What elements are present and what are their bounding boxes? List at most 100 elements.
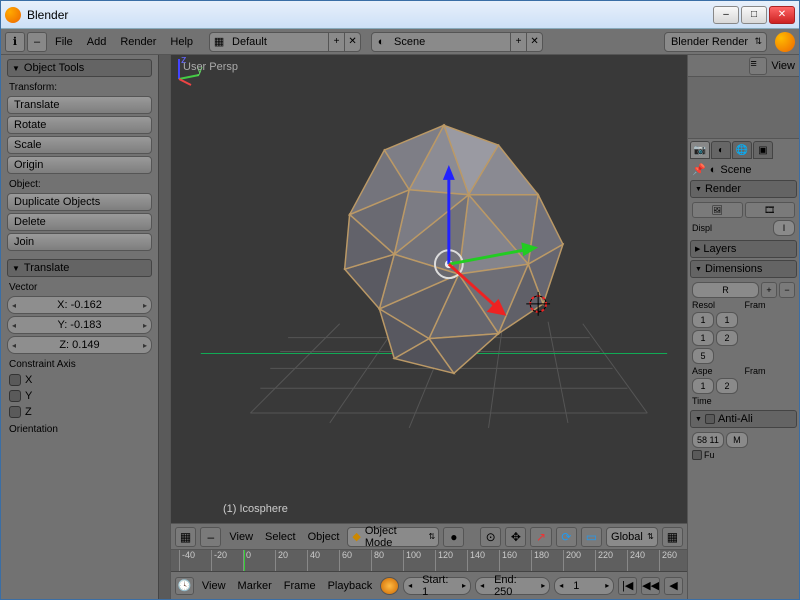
window-maximize-button[interactable]: □ xyxy=(741,6,767,24)
pin-icon[interactable]: 📌 xyxy=(692,163,706,176)
panel-operator-translate[interactable]: Translate xyxy=(7,259,152,277)
3dview-menu-view[interactable]: View xyxy=(225,531,257,543)
collapse-3dview-menus-icon[interactable]: – xyxy=(200,527,221,547)
render-preset-select[interactable]: R xyxy=(692,282,759,298)
outliner-display-icon[interactable]: ≡ xyxy=(749,57,767,75)
menu-add[interactable]: Add xyxy=(81,34,113,50)
render-image-button[interactable]: 🖼 xyxy=(692,202,743,218)
keyframe-prev-icon[interactable]: ◀◀ xyxy=(641,577,660,595)
scene-selector[interactable]: ◐ + ✕ xyxy=(371,32,543,52)
timeline-ruler[interactable]: -40-200204060801001201401601802002202402… xyxy=(171,550,687,572)
tab-render-icon[interactable]: 📷 xyxy=(690,141,710,159)
render-anim-button[interactable]: 🎞 xyxy=(745,202,796,218)
frame-end-prop-field[interactable]: 2 xyxy=(716,330,738,346)
3d-viewport[interactable]: z y User Persp (1) Icosphere xyxy=(171,55,687,523)
label-time-remap: Time xyxy=(692,396,795,406)
panel-render[interactable]: Render xyxy=(690,180,797,198)
res-y-field[interactable]: 1 xyxy=(692,330,714,346)
manipulator-translate-icon[interactable]: ↗ xyxy=(530,527,551,547)
preset-add-icon[interactable]: + xyxy=(761,282,777,298)
display-mode-select[interactable]: I xyxy=(773,220,795,236)
3dview-menu-object[interactable]: Object xyxy=(304,531,344,543)
scale-button[interactable]: Scale xyxy=(7,136,152,154)
tab-scene-icon[interactable]: ◐ xyxy=(711,141,731,159)
vector-y-field[interactable]: Y: -0.183 xyxy=(7,316,152,334)
delete-button[interactable]: Delete xyxy=(7,213,152,231)
properties-breadcrumb: 📌 ◐ Scene xyxy=(690,161,797,178)
screen-layout-input[interactable] xyxy=(228,36,328,48)
fps-field[interactable]: 2 xyxy=(716,378,738,394)
panel-antialias[interactable]: Anti-Ali xyxy=(690,410,797,428)
timeline-tick: 40 xyxy=(307,550,320,571)
timeline-menu-playback[interactable]: Playback xyxy=(324,580,377,592)
layout-delete-button[interactable]: ✕ xyxy=(344,33,360,51)
frame-start-field[interactable]: Start: 1 xyxy=(403,577,471,595)
constraint-x-check[interactable]: X xyxy=(7,373,152,387)
manipulator-scale-icon[interactable]: ▭ xyxy=(581,527,602,547)
window-close-button[interactable]: ✕ xyxy=(769,6,795,24)
res-x-field[interactable]: 1 xyxy=(692,312,714,328)
vector-x-field[interactable]: X: -0.162 xyxy=(7,296,152,314)
window-titlebar: Blender – □ ✕ xyxy=(1,1,799,29)
collapse-menus-icon[interactable]: – xyxy=(27,32,47,52)
menu-render[interactable]: Render xyxy=(114,34,162,50)
translate-button[interactable]: Translate xyxy=(7,96,152,114)
manipulator-rotate-icon[interactable]: ⟳ xyxy=(556,527,577,547)
constraint-y-check[interactable]: Y xyxy=(7,389,152,403)
aa-filter-select[interactable]: M xyxy=(726,432,748,448)
3dview-menu-select[interactable]: Select xyxy=(261,531,300,543)
window-minimize-button[interactable]: – xyxy=(713,6,739,24)
jump-start-icon[interactable]: |◀ xyxy=(618,577,637,595)
constraint-z-check[interactable]: Z xyxy=(7,405,152,419)
res-pct-field[interactable]: 5 xyxy=(692,348,714,364)
tab-object-icon[interactable]: ▣ xyxy=(753,141,773,159)
menu-file[interactable]: File xyxy=(49,34,79,50)
outliner-tree[interactable] xyxy=(688,77,799,138)
layout-add-button[interactable]: + xyxy=(328,33,344,51)
scene-add-button[interactable]: + xyxy=(510,33,526,51)
frame-current-field[interactable]: 1 xyxy=(554,577,614,595)
label-full-sample: Fu xyxy=(704,450,795,460)
timeline-tick: 140 xyxy=(467,550,485,571)
timeline-menu-frame[interactable]: Frame xyxy=(280,580,320,592)
outliner-menu-view[interactable]: View xyxy=(771,60,795,72)
aa-samples-field[interactable]: 58 11 xyxy=(692,432,724,448)
timeline-tick: 20 xyxy=(275,550,288,571)
rotate-button[interactable]: Rotate xyxy=(7,116,152,134)
frame-end-field[interactable]: End: 250 xyxy=(475,577,550,595)
manipulator-toggle-icon[interactable]: ✥ xyxy=(505,527,526,547)
pivot-point-icon[interactable]: ⊙ xyxy=(480,527,501,547)
mode-select[interactable]: ◆ Object Mode xyxy=(347,527,439,547)
panel-object-tools[interactable]: Object Tools xyxy=(7,59,152,77)
full-sample-check[interactable] xyxy=(692,450,702,460)
screen-layout-selector[interactable]: ▦ + ✕ xyxy=(209,32,361,52)
label-display: Displ xyxy=(692,223,771,233)
timeline-menu-view[interactable]: View xyxy=(198,580,230,592)
menu-help[interactable]: Help xyxy=(164,34,199,50)
scene-input[interactable] xyxy=(390,36,510,48)
properties-tabs: 📷 ◐ 🌐 ▣ xyxy=(690,141,797,159)
auto-keyframe-icon[interactable] xyxy=(380,577,399,595)
tool-shelf-scrollbar[interactable] xyxy=(158,55,170,599)
tab-world-icon[interactable]: 🌐 xyxy=(732,141,752,159)
vector-z-field[interactable]: Z: 0.149 xyxy=(7,336,152,354)
panel-layers[interactable]: Layers xyxy=(690,240,797,258)
panel-dimensions[interactable]: Dimensions xyxy=(690,260,797,278)
viewport-shading-icon[interactable]: ● xyxy=(443,527,464,547)
render-engine-select[interactable]: Blender Render xyxy=(664,32,767,52)
timeline-menu-marker[interactable]: Marker xyxy=(234,580,276,592)
transform-orientation-select[interactable]: Global xyxy=(606,527,658,547)
duplicate-button[interactable]: Duplicate Objects xyxy=(7,193,152,211)
editor-type-timeline-icon[interactable]: 🕓 xyxy=(175,577,194,595)
aspect-x-field[interactable]: 1 xyxy=(692,378,714,394)
editor-type-icon[interactable]: ℹ xyxy=(5,32,25,52)
frame-start-prop-field[interactable]: 1 xyxy=(716,312,738,328)
scene-delete-button[interactable]: ✕ xyxy=(526,33,542,51)
viewport-object-label: (1) Icosphere xyxy=(223,503,288,515)
origin-button[interactable]: Origin xyxy=(7,156,152,174)
preset-remove-icon[interactable]: − xyxy=(779,282,795,298)
editor-type-3dview-icon[interactable]: ▦ xyxy=(175,527,196,547)
play-reverse-icon[interactable]: ◀ xyxy=(664,577,683,595)
layers-button-icon[interactable]: ▦ xyxy=(662,527,683,547)
join-button[interactable]: Join xyxy=(7,233,152,251)
